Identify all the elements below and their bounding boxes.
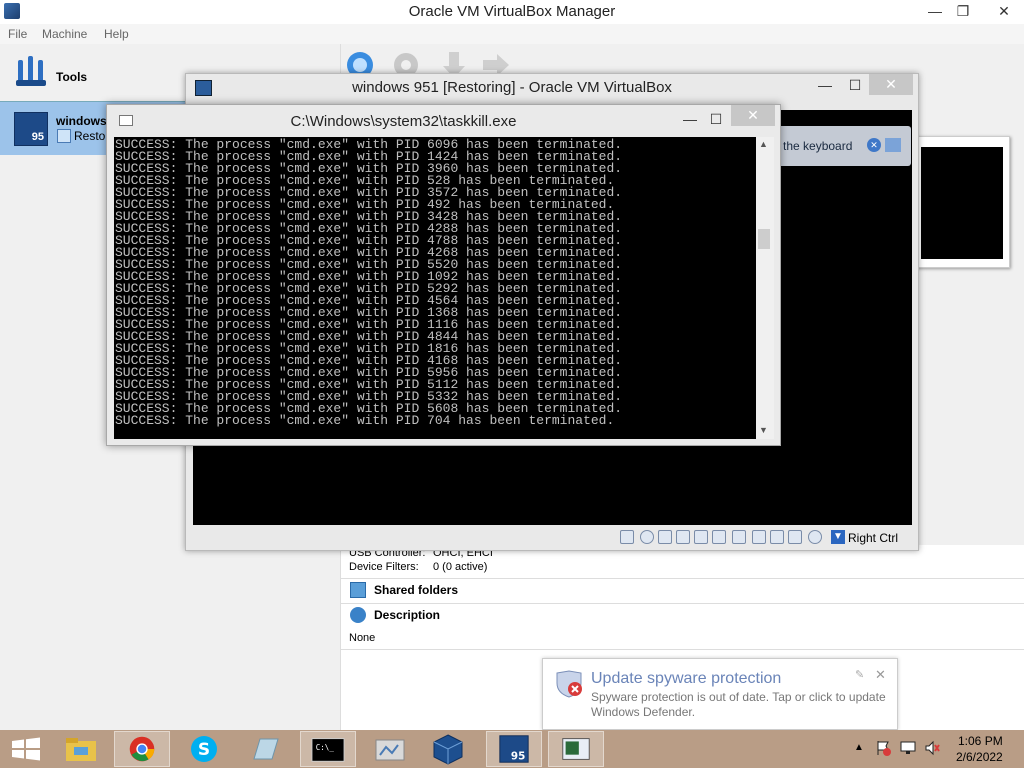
system-tray: ▲ 1:06 PM 2/6/2022: [850, 730, 1024, 768]
start-icon[interactable]: [0, 731, 56, 767]
pin-icon[interactable]: ✎: [855, 668, 864, 681]
manager-title: Oracle VM VirtualBox Manager: [408, 3, 616, 20]
restore-button[interactable]: ❐: [946, 0, 980, 22]
close-notification-icon[interactable]: ✕: [867, 138, 881, 152]
console-title: C:\Windows\system32\taskkill.exe: [290, 113, 517, 130]
toast-body: Spyware protection is out of date. Tap o…: [591, 690, 886, 719]
display-icon[interactable]: [752, 530, 766, 544]
vm-status-bar: ▼ Right Ctrl: [186, 526, 918, 550]
vm-preview-thumbnail: [912, 136, 1010, 268]
scroll-up-icon[interactable]: ▲: [759, 139, 768, 149]
windows95-vm-icon[interactable]: 95: [486, 731, 542, 767]
taskkill-console-window: C:\Windows\system32\taskkill.exe — ☐ ✕ S…: [106, 104, 781, 446]
console-scrollbar[interactable]: ▲ ▼: [756, 137, 774, 439]
network-icon[interactable]: [900, 740, 916, 756]
defender-toast-notification[interactable]: Update spyware protection Spyware protec…: [542, 658, 898, 730]
show-hidden-icons-icon[interactable]: ▲: [854, 742, 864, 753]
usb-icon[interactable]: [712, 530, 726, 544]
svg-text:95: 95: [511, 750, 525, 762]
vm-name: windows: [56, 114, 107, 128]
screenshot-icon[interactable]: [362, 731, 418, 767]
device-filters-value: 0 (0 active): [433, 561, 488, 573]
shared-folders-header[interactable]: Shared folders: [374, 583, 458, 597]
clock-time[interactable]: 1:06 PM: [958, 734, 1003, 748]
maximize-button[interactable]: ☐: [699, 108, 733, 130]
console-output[interactable]: SUCCESS: The process "cmd.exe" with PID …: [114, 137, 756, 439]
taskbar: S C:\_ 95 ▲ 1:06 PM 2/6/2022: [0, 730, 1024, 768]
windows95-vm-icon: 95: [14, 112, 48, 146]
folder-icon: [350, 582, 366, 598]
notification-info-icon[interactable]: [885, 138, 901, 152]
description-header[interactable]: Description: [374, 608, 440, 622]
defender-icon[interactable]: [548, 731, 604, 767]
vm-window-title: windows 951 [Restoring] - Oracle VM Virt…: [352, 79, 672, 96]
clock-date[interactable]: 2/6/2022: [956, 750, 1003, 764]
scrollbar-thumb[interactable]: [758, 229, 770, 249]
section-divider: [341, 578, 1024, 579]
cmd-icon[interactable]: C:\_: [300, 731, 356, 767]
notepad-icon[interactable]: [238, 731, 294, 767]
console-lines: SUCCESS: The process "cmd.exe" with PID …: [115, 137, 623, 428]
section-divider: [341, 603, 1024, 604]
svg-text:S: S: [198, 740, 210, 760]
chrome-icon[interactable]: [114, 731, 170, 767]
toast-title: Update spyware protection: [591, 670, 782, 687]
optical-drive-icon[interactable]: [640, 530, 654, 544]
minimize-button[interactable]: —: [808, 74, 842, 96]
preview-screen: [921, 147, 1003, 259]
shared-folders-icon[interactable]: [732, 530, 746, 544]
virtualbox-icon[interactable]: [420, 731, 476, 767]
restoring-state-icon: [57, 129, 71, 143]
close-icon[interactable]: ✕: [875, 667, 886, 683]
menu-machine[interactable]: Machine: [42, 27, 87, 41]
host-key-label: Right Ctrl: [848, 531, 899, 545]
audio-icon[interactable]: [676, 530, 690, 544]
menu-help[interactable]: Help: [104, 27, 129, 41]
device-filters-label: Device Filters:: [349, 561, 419, 573]
scroll-down-icon[interactable]: ▼: [759, 425, 768, 435]
vm-state: Resto: [74, 129, 106, 143]
hard-disk-icon[interactable]: [620, 530, 634, 544]
action-center-flag-icon[interactable]: [876, 740, 892, 756]
menu-file[interactable]: File: [8, 27, 27, 41]
video-capture-icon[interactable]: [770, 530, 784, 544]
cpu-icon[interactable]: [788, 530, 802, 544]
console-title-bar: C:\Windows\system32\taskkill.exe — ☐ ✕: [107, 105, 780, 135]
network-icon[interactable]: [694, 530, 708, 544]
skype-icon[interactable]: S: [176, 731, 232, 767]
description-icon: [350, 607, 366, 623]
close-button[interactable]: ✕: [869, 74, 913, 95]
notification-text: the keyboard: [783, 139, 853, 153]
section-divider: [341, 649, 1024, 650]
close-button[interactable]: ✕: [984, 0, 1024, 22]
volume-muted-icon[interactable]: [924, 740, 940, 756]
defender-shield-icon: [556, 670, 582, 698]
maximize-button[interactable]: ☐: [838, 74, 872, 96]
description-value: None: [349, 632, 376, 644]
file-explorer-icon[interactable]: [54, 731, 110, 767]
floppy-icon[interactable]: [658, 530, 672, 544]
svg-text:C:\_: C:\_: [316, 743, 335, 752]
close-button[interactable]: ✕: [731, 105, 775, 126]
keyboard-capture-notification: the keyboard ✕: [771, 126, 911, 166]
host-key-arrow-icon: ▼: [831, 530, 845, 544]
tools-icon: [16, 56, 46, 86]
mouse-integration-icon[interactable]: [808, 530, 822, 544]
manager-menubar: File Machine Help: [0, 24, 1024, 44]
manager-title-bar: Oracle VM VirtualBox Manager — ❐ ✕: [0, 0, 1024, 24]
vm-window-title-bar: windows 951 [Restoring] - Oracle VM Virt…: [186, 74, 918, 102]
tools-label: Tools: [56, 70, 88, 84]
